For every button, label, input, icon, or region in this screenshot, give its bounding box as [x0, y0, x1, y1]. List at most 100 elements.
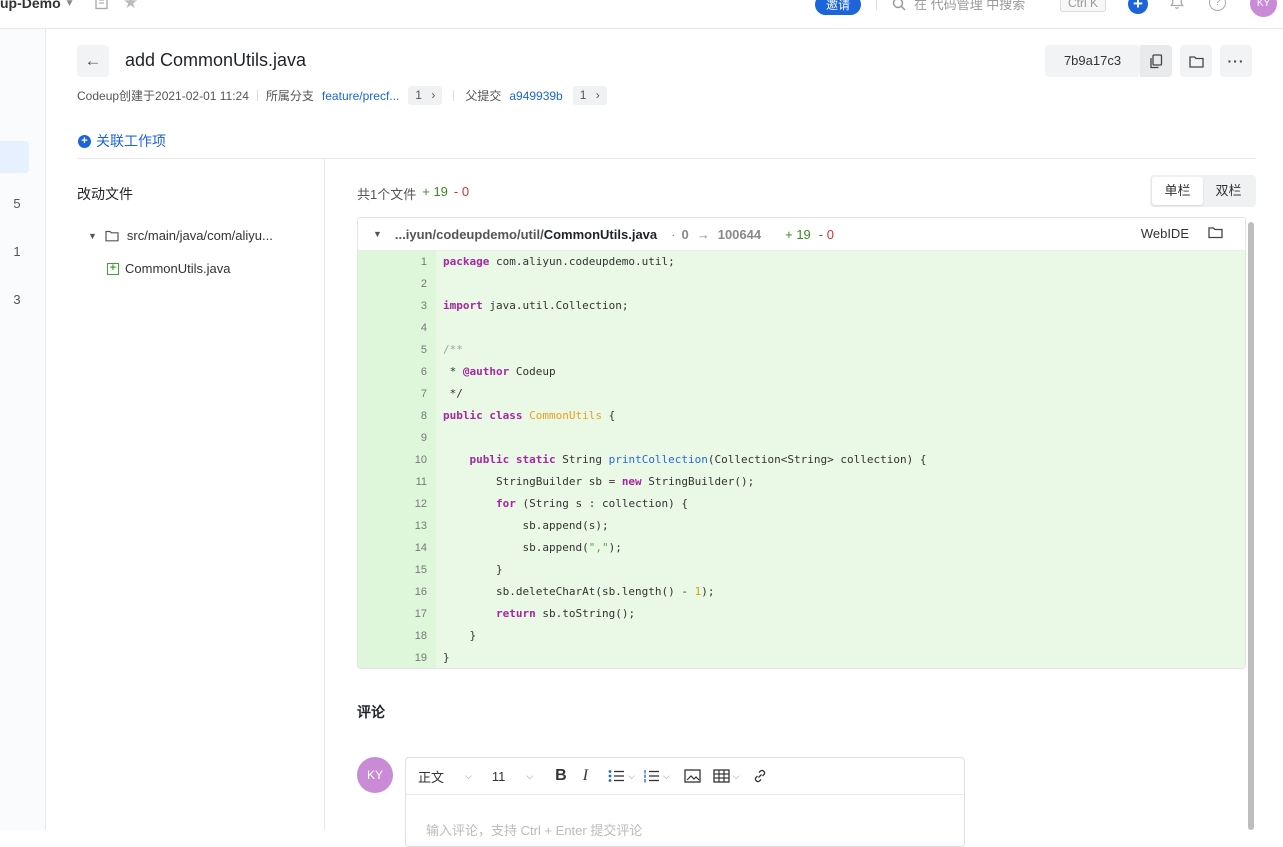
rail-count[interactable]: 5 — [0, 196, 34, 211]
branch-count-pill[interactable]: 1 › — [408, 86, 443, 105]
paragraph-style-select[interactable]: 正文 ⌵ — [418, 767, 472, 786]
link-icon[interactable] — [752, 768, 768, 784]
top-bar: up-Demo ▼ ★ 邀请 在 代码管理 中搜索 Ctrl K + ? KY — [0, 0, 1283, 29]
mode-to: 100644 — [717, 226, 762, 242]
file-added-icon: + — [107, 262, 119, 275]
commit-author-time: Codeup创建于2021-02-01 11:24 — [77, 89, 249, 103]
file-path: ...iyun/codeupdemo/util/ — [394, 226, 544, 242]
line-number: 7 — [358, 383, 436, 405]
bold-icon[interactable]: B — [555, 767, 567, 785]
parent-link[interactable]: a949939b — [509, 89, 562, 103]
bell-icon[interactable] — [1170, 0, 1184, 13]
diff-line: 9 — [358, 427, 1245, 449]
diff-line: 7 */ — [358, 383, 1245, 405]
removed-count: - 0 — [453, 184, 470, 199]
help-icon[interactable]: ? — [1209, 0, 1226, 11]
font-size-select[interactable]: 11 ⌵ — [492, 769, 533, 784]
file-name: CommonUtils.java — [543, 226, 658, 242]
line-number: 4 — [358, 317, 436, 339]
diff-line: 11 StringBuilder sb = new StringBuilder(… — [358, 471, 1245, 493]
repo-icon[interactable] — [94, 0, 109, 14]
star-icon[interactable]: ★ — [123, 0, 138, 13]
rail-active-item[interactable] — [0, 141, 29, 173]
single-column-option[interactable]: 单栏 — [1152, 177, 1203, 205]
arrow-right-icon: → — [696, 226, 710, 242]
file-diff-header: ▼ ...iyun/codeupdemo/util/CommonUtils.ja… — [358, 218, 1245, 251]
diff-line: 15 } — [358, 559, 1245, 581]
link-work-label: 关联工作项 — [96, 133, 166, 149]
changed-files-title: 改动文件 — [77, 186, 133, 202]
line-number: 10 — [358, 449, 436, 471]
line-number: 19 — [358, 647, 436, 668]
chevron-right-icon: › — [431, 88, 436, 102]
branch-count: 1 — [415, 88, 422, 102]
line-number: 11 — [358, 471, 436, 493]
line-number: 5 — [358, 339, 436, 361]
page-title: add CommonUtils.java — [125, 50, 307, 70]
more-icon[interactable]: ··· — [1220, 45, 1252, 77]
italic-icon[interactable]: I — [583, 767, 588, 785]
line-number: 6 — [358, 361, 436, 383]
chevron-down-icon: ⌵ — [465, 770, 472, 781]
browse-files-icon[interactable] — [1180, 45, 1212, 77]
search-placeholder: 在 代码管理 中搜索 — [914, 0, 1026, 12]
project-switcher[interactable]: up-Demo ▼ — [0, 0, 75, 11]
view-mode-toggle: 单栏 双栏 — [1150, 175, 1256, 207]
caret-down-icon: ▼ — [64, 0, 75, 9]
line-number: 1 — [358, 251, 436, 273]
line-number: 8 — [358, 405, 436, 427]
parent-label: 父提交 — [465, 89, 502, 103]
scrollbar[interactable] — [1248, 222, 1254, 830]
caret-down-icon: ▼ — [88, 230, 97, 241]
ordered-list-icon[interactable]: ⌵ — [643, 769, 670, 783]
create-plus-icon[interactable]: + — [1128, 0, 1148, 14]
diff-line: 4 — [358, 317, 1245, 339]
invite-button[interactable]: 邀请 — [815, 0, 861, 15]
image-icon[interactable] — [684, 769, 701, 783]
parent-count-pill[interactable]: 1 › — [572, 86, 607, 105]
chevron-right-icon: › — [595, 88, 600, 102]
branch-link[interactable]: feature/precf... — [322, 89, 399, 103]
project-name: up-Demo — [0, 0, 61, 11]
line-number: 17 — [358, 603, 436, 625]
comment-editor: 正文 ⌵ 11 ⌵ B I ⌵ ⌵ ⌵ 输入评论，支持 Ctrl + Enter 提… — [405, 757, 965, 847]
table-icon[interactable]: ⌵ — [713, 769, 740, 783]
add-circle-icon: + — [78, 134, 91, 148]
line-number: 16 — [358, 581, 436, 603]
diff-line: 5/** — [358, 339, 1245, 361]
diff-line: 16 sb.deleteCharAt(sb.length() - 1); — [358, 581, 1245, 603]
global-search[interactable]: 在 代码管理 中搜索 — [892, 0, 1025, 13]
diff-line: 18 } — [358, 625, 1245, 647]
search-icon — [892, 0, 906, 11]
folder-icon[interactable] — [1208, 226, 1223, 242]
webide-link[interactable]: WebIDE — [1141, 226, 1189, 241]
left-nav-rail: 5 1 3 — [0, 29, 46, 830]
diff-line: 17 return sb.toString(); — [358, 603, 1245, 625]
collapse-caret-icon[interactable]: ▼ — [373, 229, 382, 239]
double-column-option[interactable]: 双栏 — [1203, 177, 1254, 205]
divider — [876, 0, 877, 10]
commit-hash[interactable]: 7b9a17c3 — [1045, 45, 1140, 77]
copy-icon[interactable] — [1140, 45, 1172, 77]
comment-input[interactable]: 输入评论，支持 Ctrl + Enter 提交评论 — [406, 795, 964, 839]
shortcut-hint: Ctrl K — [1060, 0, 1106, 12]
link-work-item-button[interactable]: + 关联工作项 — [78, 131, 166, 151]
diff-line: 1 package com.aliyun.codeupdemo.util; — [358, 251, 1245, 273]
bullet-list-icon[interactable]: ⌵ — [608, 769, 635, 783]
diff-line: 10 public static String printCollection(… — [358, 449, 1245, 471]
font-size-value: 11 — [491, 768, 506, 784]
tree-file[interactable]: + CommonUtils.java — [107, 261, 230, 276]
rail-count[interactable]: 1 — [0, 244, 34, 259]
line-number: 18 — [358, 625, 436, 647]
user-avatar[interactable]: KY — [1250, 0, 1277, 17]
tree-directory[interactable]: ▼ src/main/java/com/aliyu... — [88, 228, 273, 243]
editor-toolbar: 正文 ⌵ 11 ⌵ B I ⌵ ⌵ ⌵ — [406, 758, 964, 795]
back-arrow-icon[interactable]: ← — [77, 45, 109, 77]
tree-file-name: CommonUtils.java — [125, 261, 231, 276]
line-number: 2 — [358, 273, 436, 295]
rail-count[interactable]: 3 — [0, 292, 34, 307]
diff-line: 8 public class CommonUtils { — [358, 405, 1245, 427]
diff-line: 2 — [358, 273, 1245, 295]
diff-line: 6 * @author Codeup — [358, 361, 1245, 383]
diff-line: 3 import java.util.Collection; — [358, 295, 1245, 317]
